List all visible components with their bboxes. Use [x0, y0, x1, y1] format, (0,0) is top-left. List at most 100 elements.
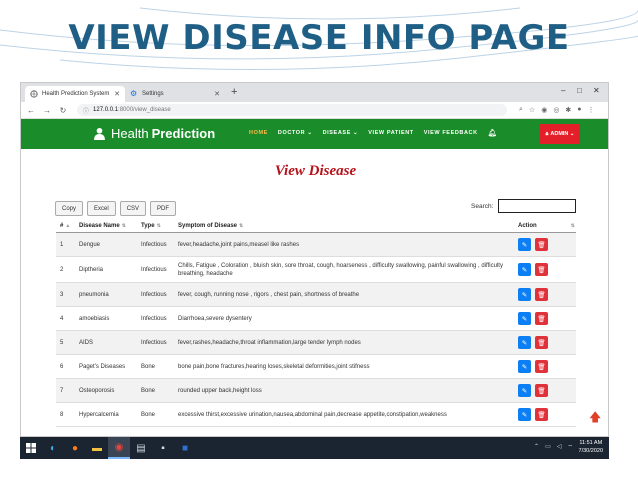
- back-icon[interactable]: ←: [25, 106, 37, 115]
- delete-button[interactable]: 🗑︎: [535, 384, 548, 397]
- row-actions: ✎ 🗑︎: [514, 384, 576, 397]
- firefox-icon[interactable]: ●: [64, 437, 86, 459]
- zoom-icon[interactable]: ⌕: [519, 106, 523, 114]
- row-type: Infectious: [141, 315, 167, 322]
- delete-button[interactable]: 🗑︎: [535, 312, 548, 325]
- word-icon[interactable]: ■: [174, 437, 196, 459]
- trash-icon: 🗑︎: [537, 411, 546, 419]
- edit-icon: ✎: [521, 411, 528, 419]
- close-icon[interactable]: ✕: [114, 90, 120, 98]
- scroll-to-top-icon[interactable]: 🡅: [589, 408, 601, 429]
- search-input[interactable]: [498, 199, 576, 213]
- edit-button[interactable]: ✎: [518, 384, 531, 397]
- slide-title: VIEW DISEASE INFO PAGE: [68, 18, 570, 58]
- nav-view-patient[interactable]: VIEW PATIENT: [368, 130, 414, 137]
- profile-icon[interactable]: ●: [577, 106, 581, 114]
- main-nav: HOME DOCTOR ⌄ DISEASE ⌄ VIEW PATIENT VIE…: [249, 130, 497, 137]
- delete-button[interactable]: 🗑︎: [535, 263, 548, 276]
- edge-icon[interactable]: ◐: [42, 437, 64, 459]
- chevron-up-icon[interactable]: ⌃: [534, 443, 539, 451]
- header-symptom[interactable]: Symptom of Disease ⇅: [178, 222, 514, 230]
- star-icon[interactable]: ☆: [529, 106, 535, 114]
- minimize-icon[interactable]: –: [561, 86, 565, 95]
- url-input[interactable]: ⓘ 127.0.0.1:8000/view_disease: [77, 104, 507, 116]
- header-number[interactable]: # ▲: [56, 223, 79, 229]
- volume-icon[interactable]: ◁: [557, 443, 562, 451]
- row-symptoms: rounded upper back,height loss: [178, 387, 262, 394]
- wifi-icon[interactable]: ⌔: [567, 443, 573, 451]
- extension-icon[interactable]: ◉: [541, 106, 547, 114]
- trash-icon: 🗑︎: [537, 363, 546, 371]
- sort-asc-icon: ▲: [65, 222, 71, 229]
- extension-icon[interactable]: ◎: [553, 106, 559, 114]
- edit-button[interactable]: ✎: [518, 312, 531, 325]
- row-number: 2: [60, 266, 64, 273]
- table-row: 6 Paget's Diseases Bone bone pain,bone frac…: [56, 355, 576, 379]
- brand-logo[interactable]: Health Prediction: [93, 126, 215, 141]
- url-path: :8000/view_disease: [118, 107, 171, 113]
- edit-button[interactable]: ✎: [518, 238, 531, 251]
- copy-button[interactable]: Copy: [55, 201, 84, 216]
- delete-button[interactable]: 🗑︎: [535, 288, 548, 301]
- nav-disease[interactable]: DISEASE ⌄: [323, 130, 359, 137]
- row-symptoms: fever,headache,joint pains,measel like r…: [178, 241, 300, 248]
- maximize-icon[interactable]: □: [577, 86, 582, 95]
- bell-icon[interactable]: 🔔︎: [488, 129, 498, 137]
- menu-icon[interactable]: ⋮: [588, 106, 595, 114]
- puzzle-icon[interactable]: ✱: [565, 106, 571, 114]
- header-disease-name[interactable]: Disease Name ⇅: [79, 223, 141, 229]
- clock-date: 7/30/2020: [578, 448, 603, 454]
- admin-menu-button[interactable]: 🔒︎ ADMIN ⌄: [540, 124, 580, 144]
- edit-button[interactable]: ✎: [518, 288, 531, 301]
- nav-home[interactable]: HOME: [249, 130, 268, 137]
- row-actions: ✎ 🗑︎: [514, 288, 576, 301]
- delete-button[interactable]: 🗑︎: [535, 360, 548, 373]
- row-symptoms: Diarrhoea,severe dysentery: [178, 315, 252, 322]
- csv-button[interactable]: CSV: [119, 201, 147, 216]
- edit-icon: ✎: [521, 363, 528, 371]
- clock[interactable]: 11:51 AM 7/30/2020: [579, 439, 603, 455]
- forward-icon[interactable]: →: [41, 106, 53, 115]
- export-buttons: Copy Excel CSV PDF: [55, 201, 177, 216]
- row-symptoms: fever,rashes,headache,throat inflammatio…: [178, 339, 361, 346]
- header-type[interactable]: Type ⇅: [141, 223, 178, 229]
- edit-icon: ✎: [521, 315, 528, 323]
- file-explorer-icon[interactable]: ▬: [86, 437, 108, 459]
- header-action[interactable]: Action ⇅: [514, 223, 576, 229]
- terminal-icon[interactable]: ▪: [152, 437, 174, 459]
- browser-window: Health Prediction System ✕ ⚙ Settings ✕ …: [20, 82, 609, 437]
- reload-icon[interactable]: ↻: [57, 106, 69, 115]
- delete-button[interactable]: 🗑︎: [535, 408, 548, 421]
- pdf-button[interactable]: PDF: [150, 201, 177, 216]
- row-disease-name: Paget's Diseases: [79, 363, 126, 370]
- table-row: 3 pneumonia Infectious fever, cough, runnin…: [56, 283, 576, 307]
- network-icon[interactable]: ▭: [545, 443, 551, 451]
- globe-icon: [30, 90, 38, 98]
- nav-doctor[interactable]: DOCTOR ⌄: [278, 130, 313, 137]
- edit-icon: ✎: [521, 339, 528, 347]
- tab-health-prediction[interactable]: Health Prediction System ✕: [25, 86, 125, 102]
- tab-settings[interactable]: ⚙ Settings ✕: [125, 86, 225, 102]
- url-host: 127.0.0.1: [93, 107, 119, 113]
- edit-button[interactable]: ✎: [518, 360, 531, 373]
- table-row: 5 AIDS Infectious fever,rashes,headache,thr…: [56, 331, 576, 355]
- chrome-icon[interactable]: ◉: [108, 437, 130, 459]
- row-number: 3: [60, 291, 64, 298]
- delete-button[interactable]: 🗑︎: [535, 238, 548, 251]
- nav-view-feedback[interactable]: VIEW FEEDBACK: [424, 130, 478, 137]
- new-tab-button[interactable]: +: [231, 86, 237, 98]
- close-icon[interactable]: ✕: [214, 90, 220, 98]
- notepad-icon[interactable]: ▤: [130, 437, 152, 459]
- delete-button[interactable]: 🗑︎: [535, 336, 548, 349]
- table-header: # ▲ Disease Name ⇅ Type ⇅ Symptom of Diseas…: [56, 219, 576, 233]
- gear-icon: ⚙: [130, 89, 138, 98]
- edit-button[interactable]: ✎: [518, 408, 531, 421]
- trash-icon: 🗑︎: [537, 339, 546, 347]
- edit-button[interactable]: ✎: [518, 336, 531, 349]
- row-type: Bone: [141, 363, 156, 370]
- edit-button[interactable]: ✎: [518, 263, 531, 276]
- windows-start-icon[interactable]: [20, 437, 42, 459]
- excel-button[interactable]: Excel: [87, 201, 116, 216]
- close-window-icon[interactable]: ✕: [593, 86, 600, 95]
- row-disease-name: Hypercalcemia: [79, 411, 119, 418]
